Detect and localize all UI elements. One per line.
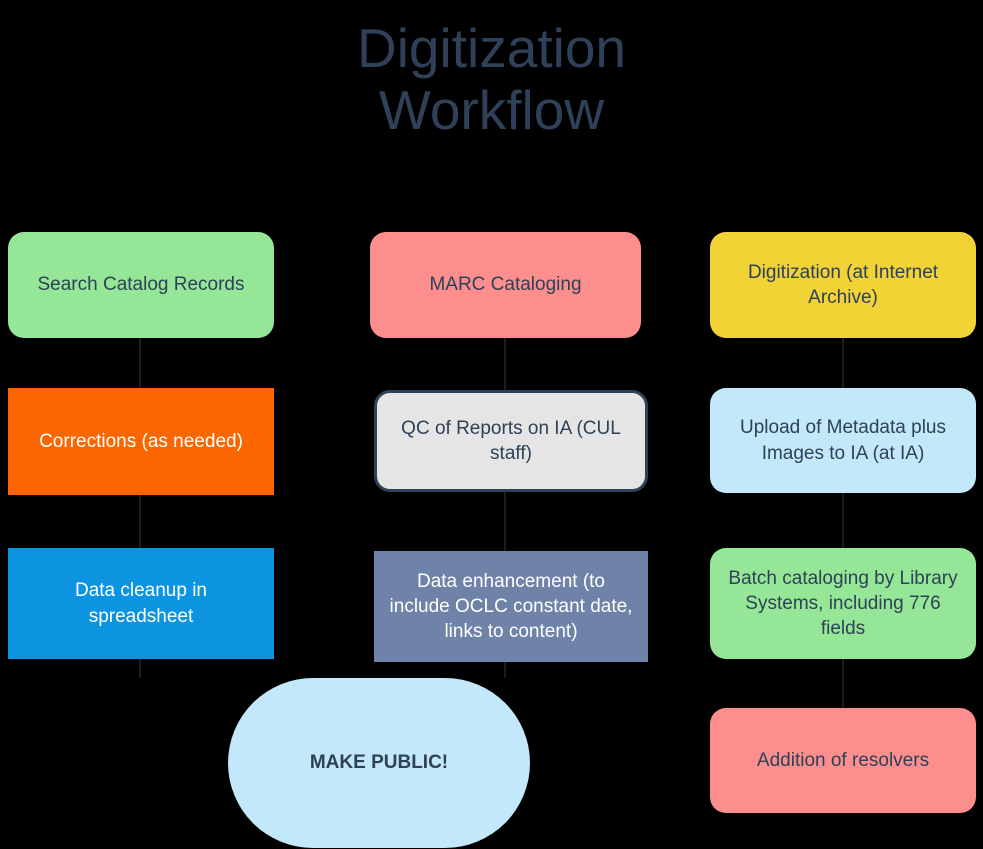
node-label: Upload of Metadata plus Images to IA (at… bbox=[740, 417, 946, 464]
node-label: MARC Cataloging bbox=[429, 274, 582, 296]
node-label: Corrections (as needed) bbox=[39, 430, 243, 452]
connector-line bbox=[139, 659, 141, 678]
node-label: Data enhancement (to include OCLC consta… bbox=[389, 570, 633, 643]
node-label: QC of Reports on IA (CUL staff) bbox=[401, 417, 621, 464]
node-upload-metadata-images-to-ia[interactable]: Upload of Metadata plus Images to IA (at… bbox=[710, 388, 976, 493]
node-label: Data cleanup in spreadsheet bbox=[74, 580, 208, 627]
connector-line bbox=[842, 338, 844, 388]
node-label: Addition of resolvers bbox=[756, 749, 930, 771]
node-addition-of-resolvers[interactable]: Addition of resolvers bbox=[710, 708, 976, 813]
connector-line bbox=[139, 338, 141, 388]
connector-line bbox=[139, 495, 141, 548]
node-label: Batch cataloging by Library Systems, inc… bbox=[728, 567, 958, 640]
diagram-canvas: Digitization Workflow Search Catalog Rec… bbox=[0, 0, 983, 849]
connector-line bbox=[842, 493, 844, 548]
node-data-enhancement-oclc[interactable]: Data enhancement (to include OCLC consta… bbox=[374, 551, 648, 662]
node-label: Search Catalog Records bbox=[37, 274, 245, 296]
node-marc-cataloging[interactable]: MARC Cataloging bbox=[370, 232, 641, 338]
node-batch-cataloging-library-systems[interactable]: Batch cataloging by Library Systems, inc… bbox=[710, 548, 976, 659]
node-data-cleanup-in-spreadsheet[interactable]: Data cleanup in spreadsheet bbox=[8, 548, 274, 659]
node-digitization-at-internet-archive[interactable]: Digitization (at Internet Archive) bbox=[710, 232, 976, 338]
connector-line bbox=[504, 338, 506, 390]
node-make-public[interactable]: MAKE PUBLIC! bbox=[228, 678, 530, 848]
node-qc-of-reports-on-ia[interactable]: QC of Reports on IA (CUL staff) bbox=[374, 390, 648, 492]
connector-line bbox=[504, 492, 506, 551]
node-label: Digitization (at Internet Archive) bbox=[747, 261, 939, 308]
page-title: Digitization Workflow bbox=[356, 17, 626, 141]
node-label: MAKE PUBLIC! bbox=[309, 752, 449, 774]
connector-line bbox=[504, 662, 506, 678]
node-corrections-as-needed[interactable]: Corrections (as needed) bbox=[8, 388, 274, 495]
node-search-catalog-records[interactable]: Search Catalog Records bbox=[8, 232, 274, 338]
connector-line bbox=[842, 659, 844, 708]
